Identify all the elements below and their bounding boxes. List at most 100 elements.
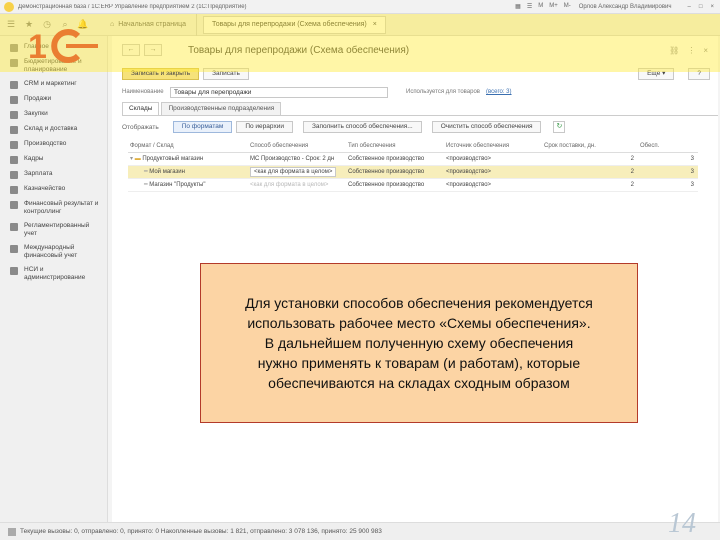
salary-icon (10, 171, 18, 179)
name-input[interactable]: Товары для перепродажи (170, 86, 388, 98)
form-tabs: Склады Производственные подразделения (122, 102, 718, 116)
grid-icon[interactable]: ▦ (515, 3, 521, 10)
sidebar-item[interactable]: Закупки (0, 107, 107, 122)
callout-line: Для установки способов обеспечения реком… (245, 295, 593, 311)
row-source: <производство> (444, 178, 542, 192)
admin-icon (10, 267, 18, 275)
sidebar-item[interactable]: Регламентированный учет (0, 219, 107, 241)
table-row[interactable]: ▾ ▬ Продуктовый магазин МС Производство … (128, 152, 698, 166)
tab-production-units[interactable]: Производственные подразделения (161, 102, 282, 115)
table-row[interactable]: ━ Мой магазин <как для формата в целом> … (128, 165, 698, 179)
tab-home[interactable]: ⌂ Начальная страница (100, 13, 197, 36)
row-method[interactable]: <как для формата в целом> (250, 182, 328, 188)
row-method[interactable]: МС Производство - Срок: 2 дн (248, 152, 346, 166)
row-days: 2 (542, 178, 638, 192)
status-text: Текущие вызовы: 0, отправлено: 0, принят… (20, 528, 382, 535)
people-icon (10, 156, 18, 164)
production-icon (10, 141, 18, 149)
sidebar-item-label: Продажи (24, 95, 52, 102)
finance-icon (10, 201, 18, 209)
menu-dots-icon[interactable]: ⋮ (687, 46, 695, 55)
tab-document-label: Товары для перепродажи (Схема обеспечени… (211, 21, 367, 28)
fill-method-button[interactable]: Заполнить способ обеспечения... (302, 121, 422, 133)
row-provision: 3 (638, 165, 698, 179)
history-icon[interactable]: ☰ (527, 3, 532, 10)
forward-button[interactable]: → (144, 44, 162, 56)
window-titlebar: Демонстрационная база / 1С:ERP Управлени… (0, 0, 720, 14)
sections-sidebar: Главное Бюджетирование и планирование CRM … (0, 36, 108, 522)
callout-box: Для установки способов обеспечения реком… (200, 263, 638, 423)
row-type: Собственное производство (346, 178, 444, 192)
memory-mminus-icon[interactable]: M- (564, 3, 571, 10)
callout-line: обеспечиваются на складах сходным образо… (268, 375, 570, 391)
save-button[interactable]: Записать (203, 68, 249, 80)
row-type: Собственное производство (346, 152, 444, 166)
sidebar-item[interactable]: Кадры (0, 152, 107, 167)
table-row[interactable]: ━ Магазин "Продукты" <как для формата в … (128, 178, 698, 192)
refresh-icon[interactable]: ↻ (553, 121, 566, 133)
tab-close-icon[interactable]: × (373, 21, 377, 28)
slide-number: 14 (668, 508, 696, 539)
sidebar-item[interactable]: Финансовый результат и контроллинг (0, 197, 107, 219)
international-icon (10, 245, 18, 253)
warehouse-icon (10, 126, 18, 134)
current-user[interactable]: Орлов Александр Владимирович (579, 4, 672, 10)
back-button[interactable]: ← (122, 44, 140, 56)
row-provision: 3 (638, 152, 698, 166)
tab-warehouses[interactable]: Склады (122, 102, 160, 115)
sidebar-item-label: Зарплата (24, 170, 53, 177)
form-close-icon[interactable]: × (703, 46, 708, 55)
sales-icon (10, 96, 18, 104)
used-count-link[interactable]: (всего: 3) (486, 89, 512, 95)
row-method-input[interactable]: <как для формата в целом> (250, 166, 337, 177)
sidebar-item[interactable]: Казначейство (0, 182, 107, 197)
sidebar-item[interactable]: Производство (0, 137, 107, 152)
close-window-icon[interactable]: × (710, 4, 714, 10)
tab-home-label: Начальная страница (118, 21, 186, 28)
col-type[interactable]: Тип обеспечения (346, 140, 444, 153)
treasury-icon (10, 186, 18, 194)
by-formats-button[interactable]: По форматам (172, 121, 233, 133)
sidebar-item[interactable]: Международный финансовый учет (0, 241, 107, 263)
tab-document[interactable]: Товары для перепродажи (Схема обеспечени… (202, 15, 386, 34)
help-button[interactable]: ? (688, 68, 710, 80)
row-days: 2 (542, 165, 638, 179)
save-and-close-button[interactable]: Записать и закрыть (122, 68, 200, 80)
sidebar-item[interactable]: Зарплата (0, 167, 107, 182)
sidebar-item-label: Регламентированный учет (24, 222, 90, 237)
app-logo-icon (4, 1, 14, 12)
used-for-label: Используется для товаров (406, 89, 480, 95)
1c-logo: 1 (28, 28, 98, 66)
more-button[interactable]: Еще ▾ (638, 68, 675, 80)
sidebar-item[interactable]: Продажи (0, 92, 107, 107)
filter-row: Отображать По форматам По иерархии Запол… (112, 118, 718, 136)
col-provision[interactable]: Обесп. (638, 140, 698, 153)
callout-line: В дальнейшем полученную схему обеспечени… (264, 335, 574, 351)
link-icon[interactable]: ⛓ (669, 46, 679, 55)
memory-mplus-icon[interactable]: M+ (549, 3, 558, 10)
clear-method-button[interactable]: Очистить способ обеспечения (431, 121, 542, 133)
by-hierarchy-button[interactable]: По иерархии (236, 121, 293, 133)
maximize-icon[interactable]: □ (699, 4, 703, 10)
name-row: Наименование Товары для перепродажи Испо… (112, 84, 718, 100)
memory-m-icon[interactable]: M (538, 3, 543, 10)
col-days[interactable]: Срок поставки, дн. (542, 140, 638, 153)
ledger-icon (10, 223, 18, 231)
sections-icon[interactable]: ☰ (4, 19, 18, 30)
row-name: Продуктовый магазин (142, 156, 204, 162)
status-bar: Текущие вызовы: 0, отправлено: 0, принят… (0, 522, 720, 540)
minimize-icon[interactable]: – (688, 4, 691, 10)
document-header: ← → Товары для перепродажи (Схема обеспе… (112, 36, 718, 64)
sidebar-item[interactable]: Склад и доставка (0, 122, 107, 137)
purchase-icon (10, 111, 18, 119)
col-source[interactable]: Источник обеспечения (444, 140, 542, 153)
command-bar: Записать и закрыть Записать Еще ▾ ? (112, 64, 718, 84)
col-method[interactable]: Способ обеспечения (248, 140, 346, 153)
svg-text:1: 1 (28, 28, 47, 66)
row-source: <производство> (444, 152, 542, 166)
home-icon: ⌂ (110, 21, 115, 28)
col-format-warehouse[interactable]: Формат / Склад (128, 140, 248, 153)
crm-icon (10, 81, 18, 89)
sidebar-item[interactable]: CRM и маркетинг (0, 77, 107, 92)
sidebar-item[interactable]: НСИ и администрирование (0, 263, 107, 285)
